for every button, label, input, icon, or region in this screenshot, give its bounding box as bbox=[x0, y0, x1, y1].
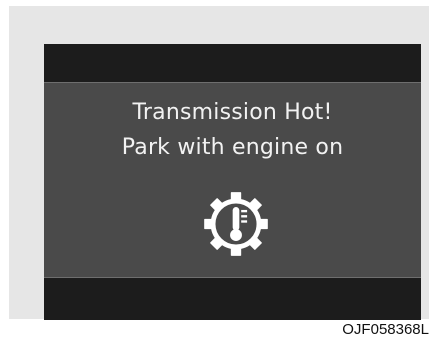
display-top-bar bbox=[44, 44, 421, 82]
warning-title: Transmission Hot! bbox=[132, 100, 333, 125]
figure-frame: Transmission Hot! Park with engine on bbox=[9, 6, 429, 320]
cluster-display: Transmission Hot! Park with engine on bbox=[44, 44, 421, 320]
transmission-temperature-warning-icon bbox=[204, 192, 268, 256]
warning-panel: Transmission Hot! Park with engine on bbox=[44, 82, 421, 278]
figure-code-label: OJF058368L bbox=[342, 321, 429, 338]
display-bottom-bar bbox=[44, 278, 421, 320]
warning-instruction: Park with engine on bbox=[121, 135, 344, 160]
